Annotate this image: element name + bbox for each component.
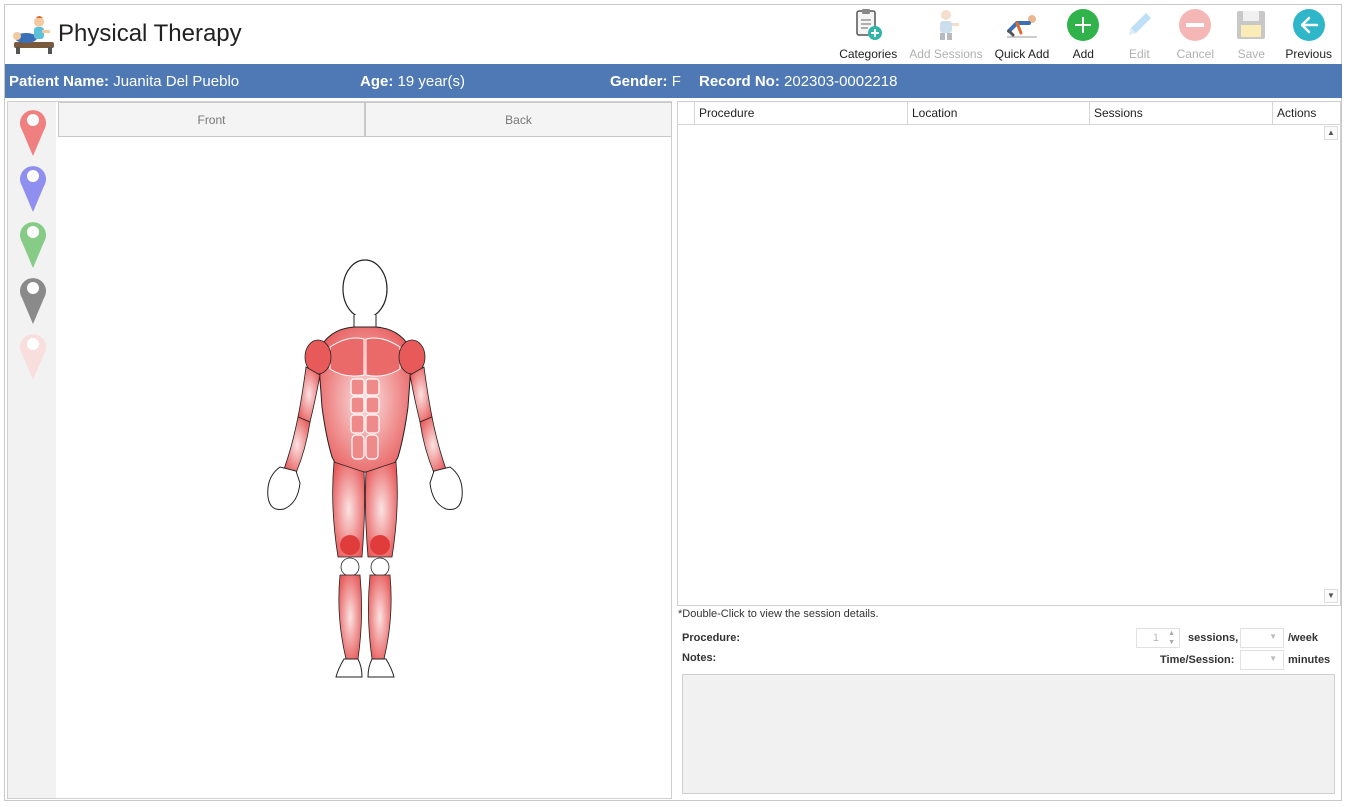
add-sessions-button[interactable]: Add Sessions bbox=[903, 6, 988, 62]
sessions-label: sessions, bbox=[1188, 632, 1239, 644]
quick-add-button[interactable]: Quick Add bbox=[989, 6, 1056, 62]
table-header: Procedure Location Sessions Actions bbox=[678, 102, 1340, 125]
pin-palette bbox=[8, 102, 56, 798]
view-tabs: Front Back bbox=[58, 102, 672, 137]
quick-add-label: Quick Add bbox=[994, 47, 1050, 61]
edit-button[interactable]: Edit bbox=[1111, 6, 1167, 62]
sessions-stepper[interactable]: 1 ▲ ▼ bbox=[1136, 628, 1180, 648]
column-procedure[interactable]: Procedure bbox=[694, 102, 907, 124]
arrow-left-circle-icon bbox=[1292, 8, 1326, 42]
floppy-disk-icon bbox=[1234, 8, 1268, 42]
categories-label: Categories bbox=[839, 47, 898, 61]
record-label: Record No: bbox=[699, 73, 780, 90]
record-field: Record No: 202303-0002218 bbox=[699, 73, 897, 90]
previous-label: Previous bbox=[1285, 47, 1332, 61]
gender-value: F bbox=[671, 73, 681, 90]
previous-button[interactable]: Previous bbox=[1279, 6, 1338, 62]
age-field: Age: 19 year(s) bbox=[360, 73, 465, 90]
patient-info-bar: Patient Name: Juanita Del Pueblo Age: 19… bbox=[5, 64, 1342, 98]
chevron-down-icon: ▼ bbox=[1269, 632, 1277, 641]
plus-circle-icon bbox=[1066, 8, 1100, 42]
age-value: 19 year(s) bbox=[397, 73, 466, 90]
add-button[interactable]: Add bbox=[1055, 6, 1111, 62]
minutes-label: minutes bbox=[1288, 654, 1331, 666]
blue-pin-icon[interactable] bbox=[18, 162, 48, 212]
patient-name-field: Patient Name: Juanita Del Pueblo bbox=[9, 73, 239, 90]
green-pin-icon[interactable] bbox=[18, 218, 48, 268]
edit-label: Edit bbox=[1128, 47, 1150, 61]
per-week-dropdown[interactable]: ▼ bbox=[1240, 628, 1284, 648]
gray-pin-icon[interactable] bbox=[18, 274, 48, 324]
clipboard-add-icon bbox=[851, 8, 885, 42]
patient-name-value: Juanita Del Pueblo bbox=[113, 73, 240, 90]
save-button[interactable]: Save bbox=[1223, 6, 1279, 62]
minutes-dropdown[interactable]: ▼ bbox=[1240, 650, 1284, 670]
column-location[interactable]: Location bbox=[907, 102, 1089, 124]
scroll-up-arrow-icon[interactable]: ▲ bbox=[1324, 126, 1338, 140]
chevron-down-icon: ▼ bbox=[1269, 654, 1277, 663]
save-label: Save bbox=[1237, 47, 1265, 61]
pink-pin-icon[interactable] bbox=[18, 330, 48, 380]
patient-name-label: Patient Name: bbox=[9, 73, 110, 90]
notes-textarea[interactable] bbox=[682, 674, 1335, 794]
notes-label: Notes: bbox=[682, 652, 717, 664]
gender-label: Gender: bbox=[610, 73, 668, 90]
tab-front[interactable]: Front bbox=[58, 102, 365, 137]
procedure-label: Procedure: bbox=[682, 632, 741, 644]
add-sessions-label: Add Sessions bbox=[909, 47, 983, 61]
gender-field: Gender: F bbox=[610, 73, 681, 90]
sessions-value: 1 bbox=[1152, 632, 1159, 644]
tab-back[interactable]: Back bbox=[365, 102, 672, 137]
column-sessions[interactable]: Sessions bbox=[1089, 102, 1272, 124]
body-front-figure[interactable] bbox=[258, 257, 473, 682]
cancel-button[interactable]: Cancel bbox=[1167, 6, 1223, 62]
double-click-hint: *Double-Click to view the session detail… bbox=[678, 608, 879, 620]
toolbar: Categories Add Sessions Quick Add Add Ed… bbox=[833, 6, 1338, 62]
app-title: Physical Therapy bbox=[58, 20, 242, 47]
body-map-panel: Front Back bbox=[7, 101, 672, 799]
age-label: Age: bbox=[360, 73, 394, 90]
column-actions[interactable]: Actions bbox=[1272, 102, 1323, 124]
week-label: /week bbox=[1288, 632, 1318, 644]
pencil-icon bbox=[1122, 8, 1156, 42]
minus-circle-icon bbox=[1178, 8, 1212, 42]
scroll-down-arrow-icon[interactable]: ▼ bbox=[1324, 589, 1338, 603]
stepper-arrows-icon[interactable]: ▲ ▼ bbox=[1168, 629, 1175, 647]
record-value: 202303-0002218 bbox=[784, 73, 898, 90]
categories-button[interactable]: Categories bbox=[833, 6, 903, 62]
physical-therapy-logo-icon bbox=[13, 16, 54, 54]
procedures-table: Procedure Location Sessions Actions ▲ ▼ bbox=[677, 101, 1341, 606]
red-pin-icon[interactable] bbox=[18, 106, 48, 156]
add-label: Add bbox=[1072, 47, 1094, 61]
exercise-icon bbox=[1005, 8, 1039, 42]
time-session-label: Time/Session: bbox=[1160, 654, 1235, 666]
cancel-label: Cancel bbox=[1176, 47, 1214, 61]
therapist-icon bbox=[929, 8, 963, 42]
